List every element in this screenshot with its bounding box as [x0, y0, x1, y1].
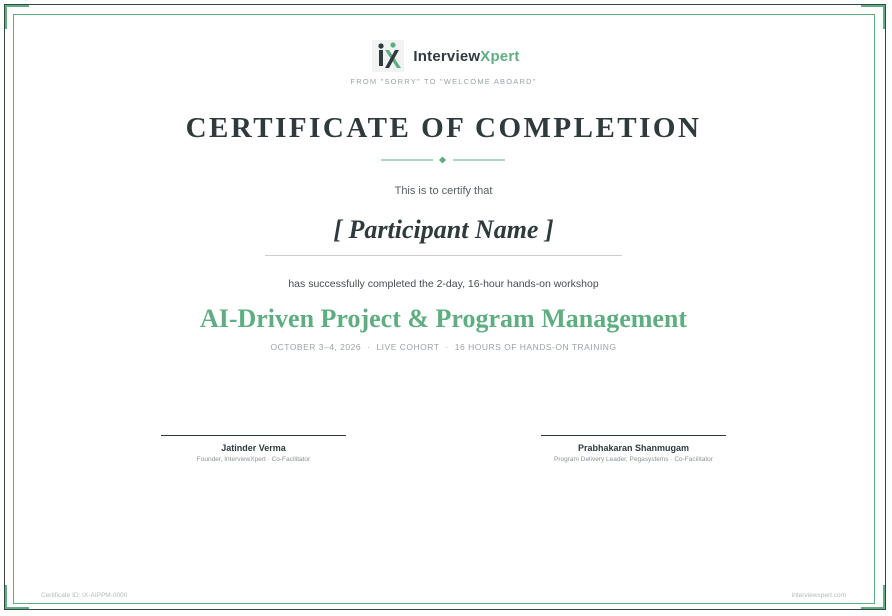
- brand-name: InterviewXpert: [413, 48, 519, 65]
- website-url: interviewxpert.com: [791, 592, 846, 599]
- course-hours: 16 HOURS OF HANDS-ON TRAINING: [454, 342, 617, 352]
- participant-name: [ Participant Name ]: [333, 215, 554, 244]
- signatory-role: Program Delivery Leader, Pegasystems · C…: [554, 456, 713, 463]
- course-meta: OCTOBER 3–4, 2026 · LIVE COHORT · 16 HOURS O…: [0, 342, 887, 352]
- signatory-role: Founder, InterviewXpert · Co-Facilitator: [196, 456, 311, 463]
- certify-text: This is to certify that: [394, 185, 493, 197]
- certificate-title: CERTIFICATE OF COMPLETION: [185, 112, 702, 144]
- brand-name-part2: Xpert: [480, 47, 520, 65]
- completion-text: has successfully completed the 2-day, 16…: [288, 278, 599, 290]
- course-cohort: LIVE COHORT: [376, 342, 440, 352]
- signature-block-2: Prabhakaran Shanmugam Program Delivery L…: [541, 435, 726, 463]
- signature-line: [161, 435, 346, 436]
- title-divider-ornament: [381, 156, 505, 164]
- signatory-name: Jatinder Verma: [221, 443, 286, 453]
- signature-block-1: Jatinder Verma Founder, InterviewXpert ·…: [161, 435, 346, 463]
- ix-logo-icon: [372, 40, 405, 72]
- meta-separator: ·: [367, 342, 371, 352]
- course-dates: OCTOBER 3–4, 2026: [270, 342, 362, 352]
- signature-line: [541, 435, 726, 436]
- brand-header: InterviewXpert: [0, 40, 892, 72]
- brand-name-part1: Interview: [413, 47, 481, 65]
- participant-name-underline: [265, 255, 622, 256]
- certificate-id: Certificate ID: IX-AIPPM-0000: [41, 592, 128, 599]
- brand-tagline: FROM "SORRY" TO "WELCOME ABOARD": [350, 77, 537, 86]
- course-title: AI-Driven Project & Program Management: [199, 304, 688, 333]
- meta-separator: ·: [445, 342, 449, 352]
- signatory-name: Prabhakaran Shanmugam: [577, 443, 690, 453]
